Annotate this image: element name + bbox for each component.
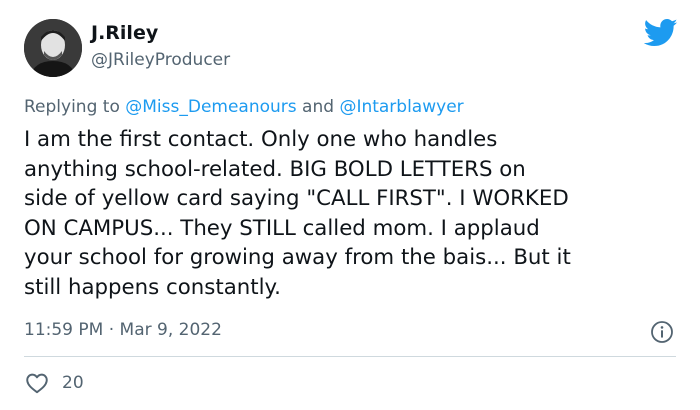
- avatar[interactable]: [24, 19, 82, 77]
- tweet-text-line: still happens constantly.: [24, 274, 281, 300]
- avatar-photo: [24, 19, 82, 77]
- tweet-text-line: your school for growing away from the ba…: [24, 245, 571, 270]
- tweet-text-line: side of yellow card saying "CALL FIRST".…: [24, 186, 569, 211]
- author-display-name[interactable]: J.Riley: [91, 22, 158, 44]
- mention-link-miss-demeanours[interactable]: @Miss_Demeanours: [125, 97, 296, 117]
- tweet-text-line: anything school-related. BIG BOLD LETTER…: [24, 156, 526, 182]
- tweet-text-line: ON CAMPUS... They STILL called mom. I ap…: [24, 215, 540, 241]
- replying-to-label: Replying to: [24, 97, 120, 117]
- author-handle[interactable]: @JRileyProducer: [91, 50, 230, 70]
- replying-to-line: Replying to @Miss_Demeanours and @Intarb…: [24, 97, 464, 117]
- tweet-timestamp[interactable]: 11:59 PM · Mar 9, 2022: [24, 320, 222, 340]
- like-count: 20: [62, 373, 84, 393]
- like-button[interactable]: 20: [24, 370, 84, 396]
- twitter-bird-icon[interactable]: [644, 18, 678, 48]
- divider: [24, 356, 676, 357]
- tweet-text-line: I am the first contact. Only one who han…: [24, 127, 498, 152]
- mention-link-intarblawyer[interactable]: @Intarblawyer: [339, 97, 463, 117]
- info-icon[interactable]: [650, 320, 674, 344]
- tweet-text: I am the first contact. Only one who han…: [24, 125, 684, 302]
- replying-conjunction: and: [302, 97, 335, 117]
- heart-icon[interactable]: [24, 370, 50, 396]
